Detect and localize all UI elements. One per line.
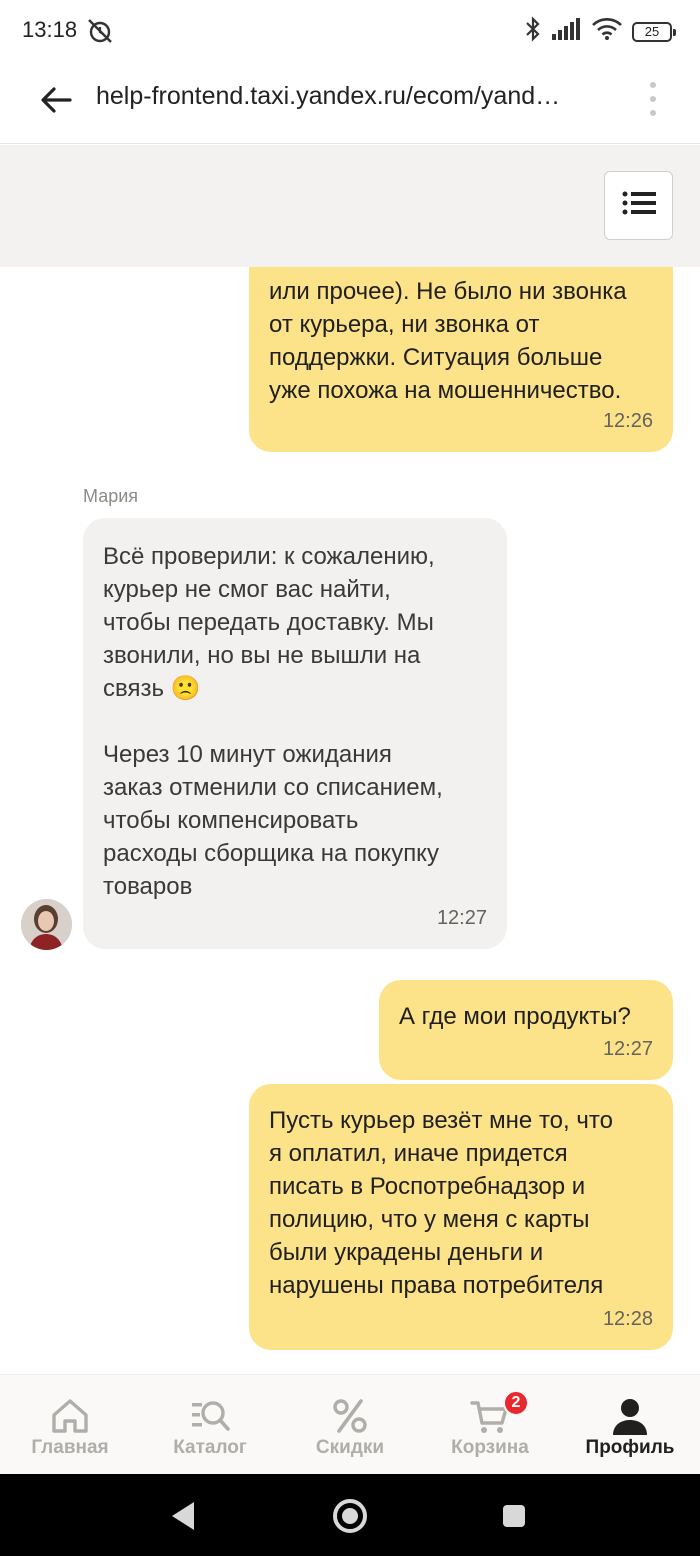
nav-profile[interactable]: Профиль [560,1375,700,1475]
message-text: Пусть курьер везёт мне то, что я оплатил… [269,1107,613,1299]
nav-label: Главная [31,1437,109,1458]
message-time: 12:27 [436,907,487,929]
browser-url-bar: help-frontend.taxi.yandex.ru/ecom/yand… [0,60,700,144]
percent-icon [329,1395,371,1437]
status-time: 13:18 [22,17,78,42]
url-text[interactable]: help-frontend.taxi.yandex.ru/ecom/yand… [96,82,560,111]
home-icon [49,1395,91,1437]
message-incoming: Всё проверили: к сожалению, курьер не см… [83,518,507,949]
cart-badge: 2 [503,1390,529,1416]
nav-catalog[interactable]: Каталог [140,1375,280,1475]
bluetooth-icon [524,16,542,47]
nav-label: Скидки [315,1437,385,1458]
recents-square-icon[interactable] [494,1496,534,1536]
nav-cart[interactable]: 2 Корзина [420,1375,560,1475]
message-outgoing: А где мои продукты? 12:27 [379,980,673,1080]
nav-label: Каталог [173,1437,247,1458]
message-time: 12:27 [602,1038,653,1060]
message-text: Всё проверили: к сожалению, курьер не см… [103,543,443,900]
message-outgoing: Пусть курьер везёт мне то, что я оплатил… [249,1084,673,1350]
back-triangle-icon[interactable] [164,1496,204,1536]
system-navigation-bar [0,1474,700,1556]
status-bar: 13:18 25 [0,0,700,60]
message-text: А где мои продукты? [399,1003,631,1030]
nav-label: Профиль [585,1437,675,1458]
catalog-search-icon [189,1395,231,1437]
list-menu-icon [622,191,656,220]
battery-icon: 25 [632,21,676,42]
wifi-icon [592,18,622,45]
chat-feed[interactable]: или прочее). Не было ни звонка от курьер… [0,145,700,1374]
message-time: 12:28 [602,1308,653,1330]
nav-home[interactable]: Главная [0,1375,140,1475]
nav-label: Корзина [451,1437,529,1458]
bottom-navigation: Главная Каталог Скидки 2 Корзина Профиль [0,1374,700,1474]
avatar[interactable] [21,899,72,950]
signal-icon [552,18,582,45]
profile-icon [609,1395,651,1437]
chat-header [0,145,700,267]
arrow-left-icon[interactable] [36,80,76,120]
list-menu-button[interactable] [604,171,673,240]
kebab-menu-icon[interactable] [648,82,658,116]
home-circle-icon[interactable] [330,1496,370,1536]
nav-discounts[interactable]: Скидки [280,1375,420,1475]
alarm-off-icon [86,18,114,44]
message-outgoing: или прочее). Не было ни звонка от курьер… [249,235,673,452]
status-icons: 25 [524,16,676,47]
message-time: 12:26 [602,410,653,432]
sender-name: Мария [83,486,139,506]
message-text: или прочее). Не было ни звонка от курьер… [269,278,627,404]
